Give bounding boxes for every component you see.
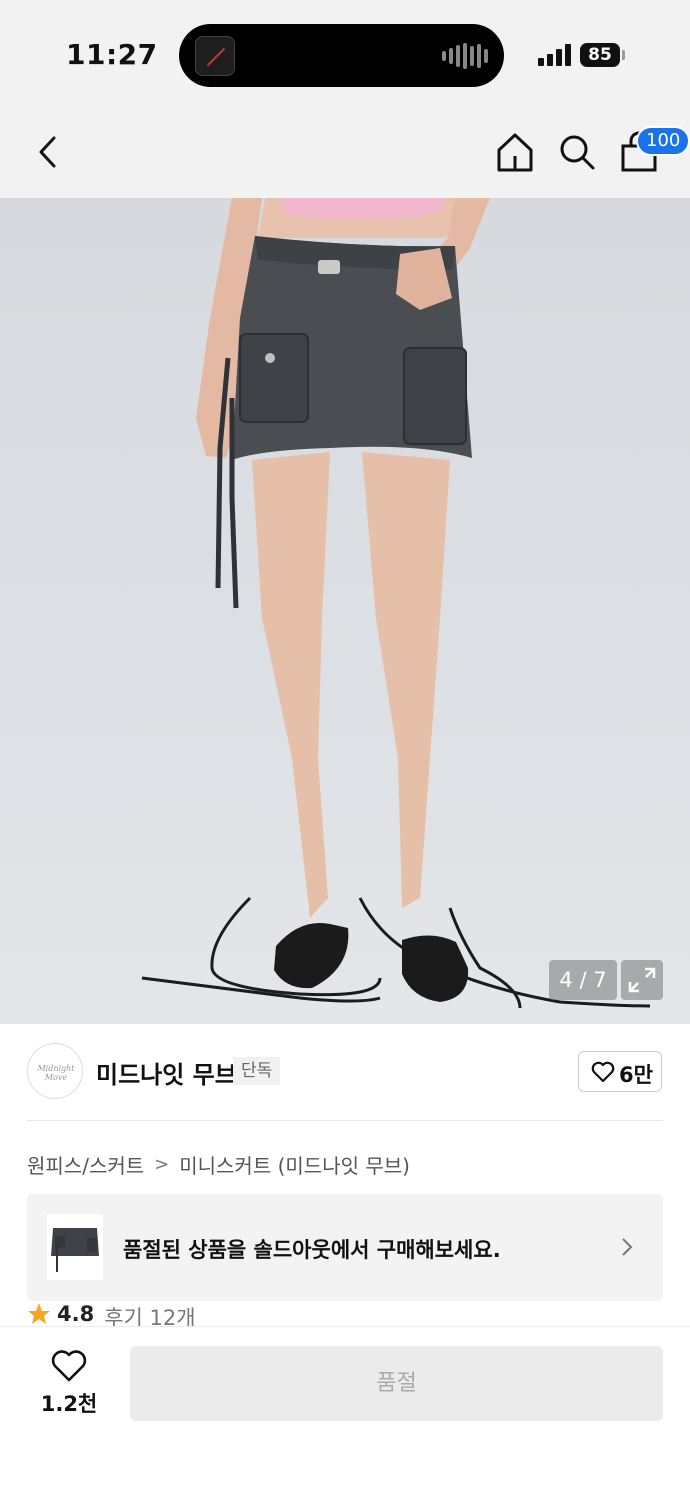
search-button[interactable] (556, 130, 598, 174)
banner-product-thumbnail (47, 1214, 103, 1280)
rating-summary[interactable]: 4.8 후기 12개 (27, 1302, 196, 1326)
brand-logo[interactable]: Midnight Move (27, 1043, 83, 1099)
audio-wave-icon (442, 42, 488, 70)
cart-count-badge: 100 (636, 126, 690, 156)
star-icon (28, 1303, 50, 1324)
home-icon (497, 133, 533, 172)
battery-icon: 85 (580, 43, 620, 67)
divider (27, 1120, 663, 1121)
breadcrumb-separator-icon: > (154, 1154, 170, 1175)
breadcrumb-category[interactable]: 원피스/스커트 (27, 1150, 144, 1179)
cellular-signal-icon (538, 44, 571, 66)
expand-icon (628, 967, 656, 993)
chevron-right-icon (622, 1238, 633, 1256)
breadcrumb-subcategory[interactable]: 미니스커트 (미드나잇 무브) (179, 1150, 410, 1179)
home-button[interactable] (494, 130, 536, 174)
top-nav-bar (0, 110, 690, 198)
product-photo (141, 198, 651, 1009)
sold-out-button[interactable]: 품절 (130, 1346, 663, 1421)
chevron-left-icon (39, 136, 56, 168)
soldout-banner[interactable]: 품절된 상품을 솔드아웃에서 구매해보세요. (27, 1194, 663, 1301)
product-image[interactable] (0, 198, 690, 1024)
search-icon (560, 135, 595, 170)
brand-logo-text: Midnight Move (37, 1064, 75, 1082)
rating-score: 4.8 (57, 1302, 95, 1326)
wishlist-button[interactable] (50, 1349, 88, 1383)
brand-name[interactable]: 미드나잇 무브 (96, 1055, 237, 1090)
exclusive-badge: 단독 (233, 1057, 281, 1085)
brand-like-button[interactable]: 6만 (578, 1051, 662, 1092)
expand-image-button[interactable] (621, 960, 663, 1000)
status-time: 11:27 (66, 38, 158, 71)
status-bar: 11:27 85 (0, 0, 690, 110)
brand-like-count: 6만 (619, 1063, 653, 1087)
image-counter: 4 / 7 (549, 960, 617, 1000)
banner-text: 품절된 상품을 솔드아웃에서 구매해보세요. (123, 1238, 501, 1262)
wishlist-count: 1.2천 (40, 1392, 98, 1416)
heart-icon (591, 1061, 615, 1083)
back-button[interactable] (30, 130, 70, 174)
heart-icon (51, 1350, 87, 1382)
breadcrumb: 원피스/스커트 > 미니스커트 (미드나잇 무브) (27, 1150, 410, 1179)
dynamic-island (179, 24, 504, 87)
battery-tip (622, 50, 625, 60)
now-playing-artwork (195, 36, 235, 76)
review-count[interactable]: 후기 12개 (104, 1302, 195, 1326)
